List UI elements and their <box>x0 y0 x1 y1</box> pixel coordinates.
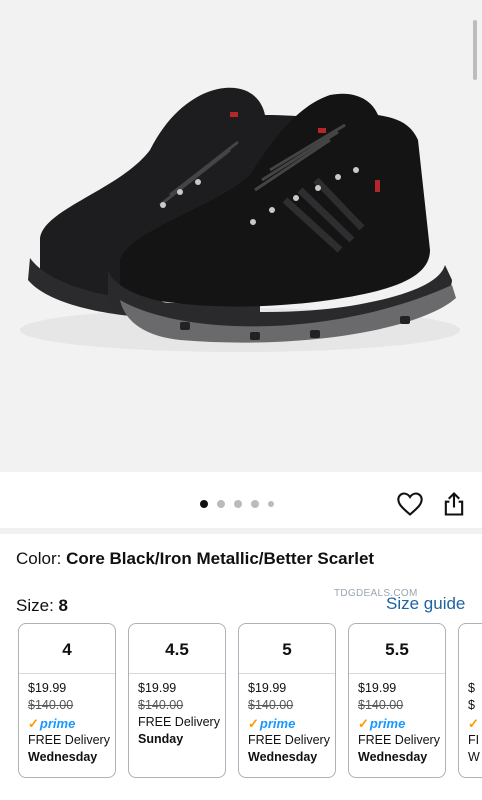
size-option-card[interactable]: 4.5 $19.99 $140.00 FREE Delivery Sunday <box>128 623 226 778</box>
share-icon[interactable] <box>440 490 468 518</box>
scrollbar[interactable] <box>473 20 477 80</box>
prime-text: prime <box>39 715 76 731</box>
list-price: $140.00 <box>28 698 74 712</box>
size-option-card[interactable]: 4 $19.99 $140.00 ✓ prime FREE Delivery We… <box>18 623 116 778</box>
delivery-text: FREE Delivery <box>138 715 220 729</box>
size-option-card[interactable]: 5 $19.99 $140.00 ✓ prime FREE Delivery We… <box>238 623 336 778</box>
prime-check-icon: ✓ <box>358 715 369 731</box>
prime-badge: ✓ prime <box>248 714 330 732</box>
size-guide-link[interactable]: Size guide <box>386 594 465 614</box>
product-image-area[interactable] <box>0 0 482 472</box>
list-price: $140.00 <box>358 698 404 712</box>
prime-badge: ✓ prime <box>358 714 440 732</box>
image-controls <box>0 472 482 532</box>
card-divider <box>349 673 445 674</box>
delivery-day: W <box>468 750 480 764</box>
delivery-day: Wednesday <box>28 750 98 764</box>
delivery-day: Sunday <box>138 732 184 746</box>
color-selection: Color: Core Black/Iron Metallic/Better S… <box>16 549 374 569</box>
size-option-size: 4.5 <box>165 640 189 659</box>
delivery-day: Wednesday <box>358 750 428 764</box>
prime-check-icon: ✓ <box>28 715 39 731</box>
list-price: $140.00 <box>138 698 184 712</box>
size-option-card-partial[interactable]: $ $ ✓ FI W <box>458 623 482 778</box>
price: $19.99 <box>358 681 397 695</box>
carousel-dot[interactable] <box>251 500 259 508</box>
color-label: Color: <box>16 549 67 568</box>
carousel-dot[interactable] <box>217 500 225 508</box>
product-image <box>20 87 460 352</box>
color-value: Core Black/Iron Metallic/Better Scarlet <box>66 549 375 568</box>
carousel-dot[interactable] <box>200 500 208 508</box>
list-price: $140.00 <box>248 698 294 712</box>
size-selection: Size: 8 <box>16 596 68 616</box>
list-price: $ <box>468 698 475 712</box>
delivery-text: FI <box>468 733 480 747</box>
size-value: 8 <box>58 596 68 615</box>
card-divider <box>239 673 335 674</box>
carousel-dot[interactable] <box>268 501 274 507</box>
carousel-dot[interactable] <box>234 500 242 508</box>
delivery-text: FREE Delivery <box>248 733 330 747</box>
prime-badge: ✓ <box>468 714 480 732</box>
heart-icon[interactable] <box>396 490 424 518</box>
size-option-size: 5 <box>282 640 292 659</box>
delivery-day: Wednesday <box>248 750 318 764</box>
card-divider <box>129 673 225 674</box>
section-divider <box>0 528 482 534</box>
carousel-dots[interactable] <box>200 500 274 508</box>
price: $19.99 <box>138 681 177 695</box>
prime-check-icon: ✓ <box>468 715 479 731</box>
size-option-card[interactable]: 5.5 $19.99 $140.00 ✓ prime FREE Delivery … <box>348 623 446 778</box>
delivery-text: FREE Delivery <box>358 733 440 747</box>
price: $19.99 <box>248 681 287 695</box>
size-label: Size: <box>16 596 59 615</box>
size-options: 4 $19.99 $140.00 ✓ prime FREE Delivery We… <box>18 623 482 778</box>
delivery-text: FREE Delivery <box>28 733 110 747</box>
prime-check-icon: ✓ <box>248 715 259 731</box>
prime-text: prime <box>259 715 296 731</box>
size-option-size: 4 <box>62 640 72 659</box>
prime-text: prime <box>369 715 406 731</box>
price: $ <box>468 681 475 695</box>
size-option-size: 5.5 <box>385 640 409 659</box>
price: $19.99 <box>28 681 67 695</box>
prime-badge: ✓ prime <box>28 714 110 732</box>
card-divider <box>19 673 115 674</box>
